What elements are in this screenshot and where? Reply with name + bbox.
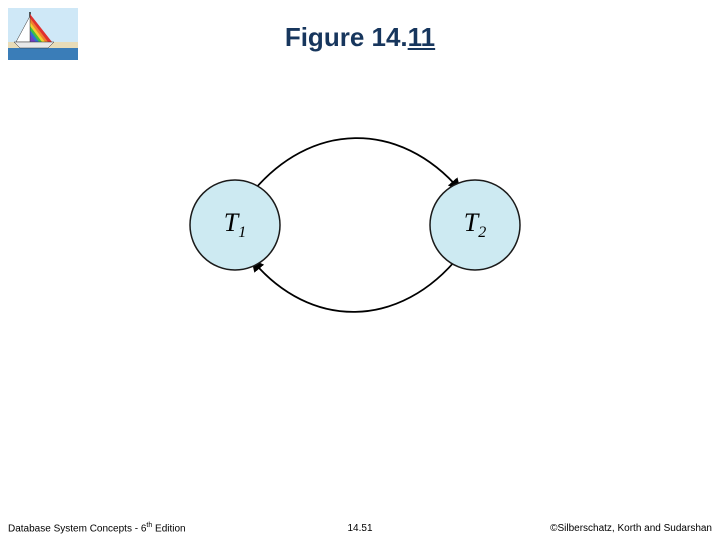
node-t1-sub: 1 (238, 224, 246, 241)
node-t2-sub: 2 (478, 224, 486, 241)
title-prefix: Figure 14. (285, 22, 408, 52)
page-number: 14.51 (347, 523, 372, 534)
title-suffix: 11 (408, 22, 436, 53)
precedence-graph: T1 T2 (140, 130, 560, 350)
node-t1: T1 (190, 180, 280, 270)
edge-t1-t2 (250, 138, 460, 195)
edge-t2-t1 (252, 255, 460, 312)
footer-right: ©Silberschatz, Korth and Sudarshan (550, 523, 712, 534)
slide: Figure 14.11 T1 (0, 0, 720, 540)
slide-title: Figure 14.11 (0, 22, 720, 53)
node-t2: T2 (430, 180, 520, 270)
copyright: ©Silberschatz, Korth and Sudarshan (550, 523, 712, 534)
